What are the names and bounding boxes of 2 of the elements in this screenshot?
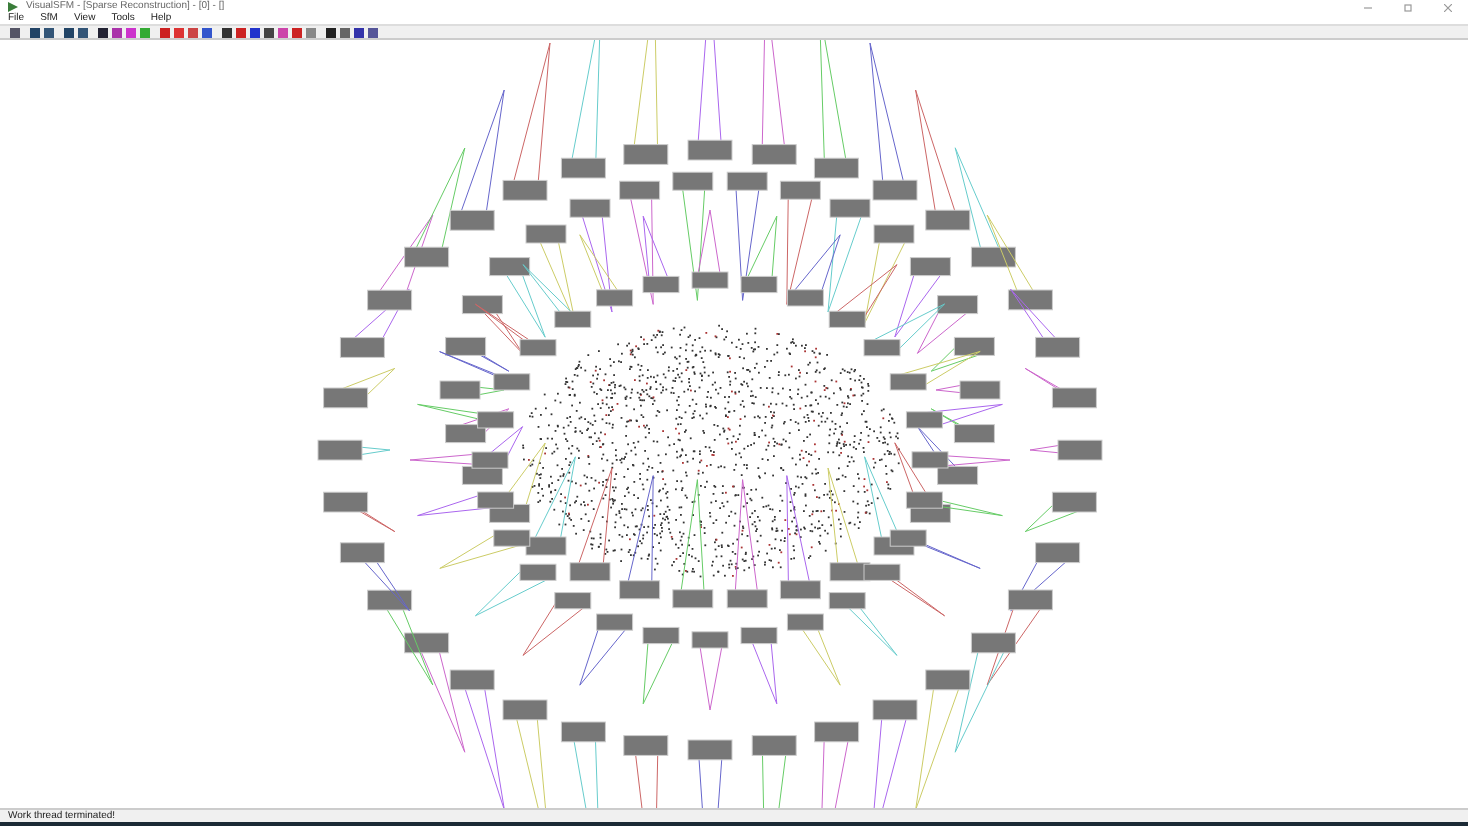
app-logo-icon xyxy=(8,2,18,12)
close-icon[interactable] xyxy=(1444,3,1452,11)
